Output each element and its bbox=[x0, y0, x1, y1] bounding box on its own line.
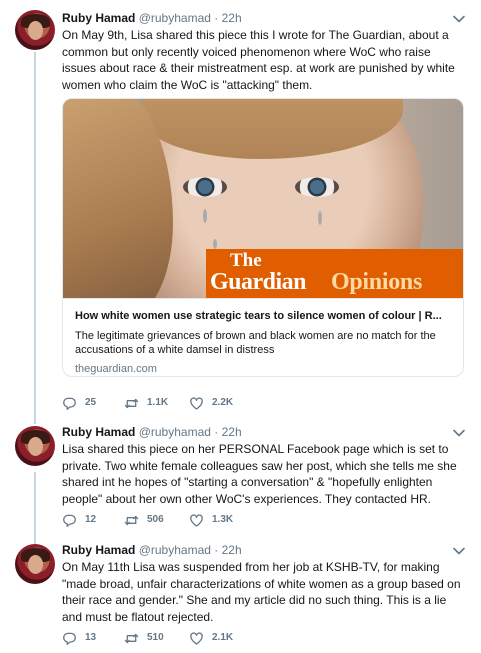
retweet-button[interactable]: 1.1K bbox=[124, 395, 168, 411]
tweet[interactable]: Ruby Hamad @rubyhamad · 22h On May 9th, … bbox=[0, 0, 481, 420]
like-button[interactable]: 1.3K bbox=[189, 512, 233, 528]
guardian-opinions-logo: The Guardian Opinions bbox=[206, 249, 463, 298]
reply-count: 25 bbox=[85, 397, 97, 408]
tweet-header: Ruby Hamad @rubyhamad · 22h bbox=[62, 543, 441, 558]
retweet-count: 506 bbox=[147, 514, 164, 525]
retweet-button[interactable]: 506 bbox=[124, 512, 164, 528]
chevron-down-icon[interactable] bbox=[452, 426, 466, 440]
retweet-icon bbox=[124, 398, 139, 408]
author-handle[interactable]: @rubyhamad bbox=[139, 425, 211, 439]
timestamp[interactable]: 22h bbox=[222, 543, 242, 557]
reply-count: 13 bbox=[85, 632, 97, 643]
timestamp[interactable]: 22h bbox=[222, 425, 242, 439]
retweet-icon bbox=[124, 515, 139, 525]
card-body: How white women use strategic tears to s… bbox=[63, 298, 463, 376]
tweet[interactable]: Ruby Hamad @rubyhamad · 22h On May 11th … bbox=[0, 538, 481, 653]
tweet[interactable]: Ruby Hamad @rubyhamad · 22h Lisa shared … bbox=[0, 420, 481, 538]
reply-button[interactable]: 25 bbox=[62, 395, 96, 411]
author-handle[interactable]: @rubyhamad bbox=[139, 543, 211, 557]
reply-button[interactable]: 12 bbox=[62, 512, 96, 528]
avatar[interactable] bbox=[15, 426, 55, 466]
card-title[interactable]: How white women use strategic tears to s… bbox=[75, 309, 453, 323]
author-name[interactable]: Ruby Hamad bbox=[62, 425, 135, 439]
avatar[interactable] bbox=[15, 544, 55, 584]
like-button[interactable]: 2.1K bbox=[189, 630, 233, 646]
card-image: The Guardian Opinions bbox=[63, 99, 463, 298]
like-button[interactable]: 2.2K bbox=[189, 395, 233, 411]
chevron-down-icon[interactable] bbox=[452, 12, 466, 26]
avatar[interactable] bbox=[15, 10, 55, 50]
reply-icon bbox=[63, 397, 76, 410]
logo-the: The bbox=[230, 250, 262, 271]
separator: · bbox=[214, 543, 219, 557]
chevron-down-icon[interactable] bbox=[452, 544, 466, 558]
author-name[interactable]: Ruby Hamad bbox=[62, 543, 135, 557]
reply-icon bbox=[63, 632, 76, 645]
reply-count: 12 bbox=[85, 514, 97, 525]
heart-icon bbox=[190, 631, 203, 645]
retweet-icon bbox=[124, 633, 139, 643]
tweet-text: Lisa shared this piece on her PERSONAL F… bbox=[62, 442, 457, 506]
tweet-header: Ruby Hamad @rubyhamad · 22h bbox=[62, 11, 441, 26]
separator: · bbox=[214, 425, 219, 439]
like-count: 2.1K bbox=[212, 632, 234, 643]
heart-icon bbox=[190, 396, 203, 410]
logo-guardian: Guardian bbox=[210, 269, 307, 295]
author-name[interactable]: Ruby Hamad bbox=[62, 11, 135, 25]
author-handle[interactable]: @rubyhamad bbox=[139, 11, 211, 25]
retweet-count: 1.1K bbox=[147, 397, 169, 408]
like-count: 1.3K bbox=[212, 514, 234, 525]
link-card[interactable]: The Guardian Opinions How white women us… bbox=[62, 98, 464, 377]
logo-opinions: Opinions bbox=[331, 269, 422, 295]
retweet-count: 510 bbox=[147, 632, 164, 643]
tweet-header: Ruby Hamad @rubyhamad · 22h bbox=[62, 425, 441, 440]
card-description: The legitimate grievances of brown and b… bbox=[75, 330, 436, 356]
heart-icon bbox=[190, 513, 203, 527]
timestamp[interactable]: 22h bbox=[222, 11, 242, 25]
tweet-text: On May 9th, Lisa shared this piece this … bbox=[62, 28, 455, 92]
reply-button[interactable]: 13 bbox=[62, 630, 96, 646]
like-count: 2.2K bbox=[212, 397, 234, 408]
card-domain[interactable]: theguardian.com bbox=[75, 362, 453, 376]
separator: · bbox=[214, 11, 219, 25]
tweet-text: On May 11th Lisa was suspended from her … bbox=[62, 560, 461, 624]
retweet-button[interactable]: 510 bbox=[124, 630, 164, 646]
reply-icon bbox=[63, 514, 76, 527]
